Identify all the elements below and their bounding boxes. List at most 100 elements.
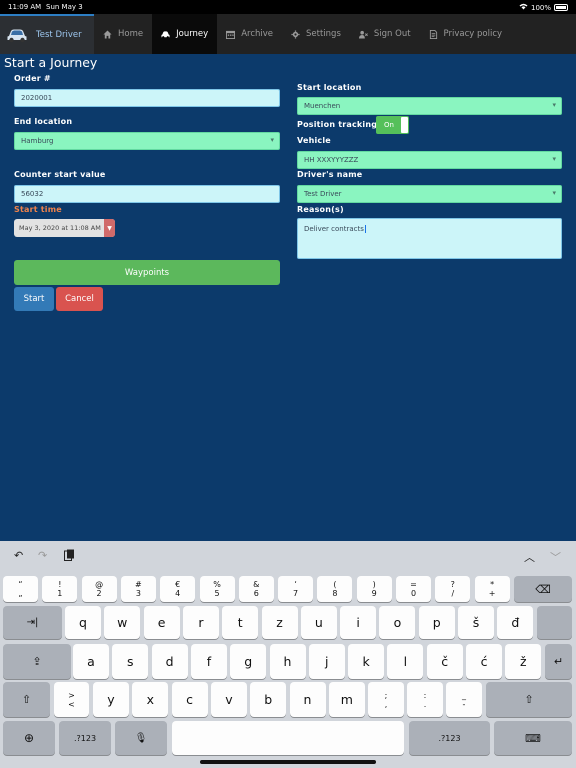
key-number-4[interactable]: €4 xyxy=(160,576,196,602)
key-u[interactable]: u xyxy=(300,606,337,639)
chevron-down-icon[interactable]: ▼ xyxy=(104,219,115,237)
key-v[interactable]: v xyxy=(210,682,247,717)
space-key[interactable] xyxy=(172,721,404,755)
key-n[interactable]: n xyxy=(289,682,326,717)
key-number-0[interactable]: “„ xyxy=(3,576,38,602)
waypoints-button[interactable]: Waypoints xyxy=(14,260,280,285)
key-number-1[interactable]: ! 1 xyxy=(42,576,78,602)
counter-input[interactable]: 56032 xyxy=(14,185,280,203)
brand[interactable]: Test Driver xyxy=(0,14,94,54)
key-z[interactable]: z xyxy=(261,606,298,639)
key-q[interactable]: q xyxy=(65,606,101,639)
key-char: u xyxy=(314,615,323,630)
globe-key[interactable]: ⊕ xyxy=(3,721,55,755)
chevron-down-icon[interactable]: ﹀ xyxy=(550,549,561,565)
key-j[interactable]: j xyxy=(308,644,345,679)
key-y[interactable]: y xyxy=(93,682,129,717)
key-semicolon-comma[interactable]: ;, xyxy=(368,682,404,717)
key-ć[interactable]: ć xyxy=(466,644,502,679)
key-m[interactable]: m xyxy=(328,682,365,717)
start-button[interactable]: Start xyxy=(14,287,54,311)
text-caret xyxy=(364,225,366,233)
key-number-5[interactable]: % 5 xyxy=(199,576,235,602)
start-location-select[interactable]: Muenchen xyxy=(297,97,562,115)
key-t[interactable]: t xyxy=(222,606,259,639)
key-d[interactable]: d xyxy=(151,644,188,679)
nav-archive[interactable]: Archive xyxy=(217,14,282,54)
end-location-value: Hamburg xyxy=(21,137,54,145)
key-number-7[interactable]: ‘7 xyxy=(278,576,314,602)
nav-home[interactable]: Home xyxy=(94,14,152,54)
backspace-key[interactable]: ⌫ xyxy=(514,576,572,602)
key-char: e xyxy=(157,615,166,630)
undo-icon[interactable]: ↶ xyxy=(14,549,23,562)
vehicle-select[interactable]: HH XXXYYYZZZ xyxy=(297,151,562,169)
nav-journey[interactable]: Journey xyxy=(152,14,218,54)
shift-left-key[interactable]: ⇧ xyxy=(3,682,50,717)
key-k[interactable]: k xyxy=(348,644,385,679)
key-b[interactable]: b xyxy=(250,682,287,717)
tab-key[interactable]: ⇥| xyxy=(3,606,62,639)
key-a[interactable]: a xyxy=(73,644,109,679)
cancel-button[interactable]: Cancel xyxy=(56,287,103,311)
key-colon-period[interactable]: :. xyxy=(407,682,443,717)
key-angle-brackets[interactable]: > < xyxy=(54,682,89,717)
shift-right-key[interactable]: ⇧ xyxy=(486,682,572,717)
numbers-key-right[interactable]: .?123 xyxy=(409,721,490,755)
car-icon xyxy=(161,30,170,38)
key-char: l xyxy=(403,654,408,669)
key-number-10[interactable]: = 0 xyxy=(396,576,431,602)
chevron-up-icon[interactable]: ︿ xyxy=(524,549,535,565)
hide-keyboard-key[interactable]: ⌨ xyxy=(494,721,572,755)
key-g[interactable]: g xyxy=(230,644,267,679)
nav-sign-out[interactable]: Sign Out xyxy=(350,14,420,54)
key-c[interactable]: c xyxy=(171,682,208,717)
key-number-8[interactable]: (8 xyxy=(317,576,353,602)
nav-privacy-policy[interactable]: Privacy policy xyxy=(420,14,512,54)
key-f[interactable]: f xyxy=(190,644,227,679)
return-key[interactable]: ↵ xyxy=(545,644,572,679)
redo-icon[interactable]: ↷ xyxy=(38,549,47,562)
blank-key[interactable] xyxy=(537,606,572,639)
key-bottom-char: , xyxy=(384,699,388,709)
key-l[interactable]: l xyxy=(387,644,424,679)
key-number-11[interactable]: ? / xyxy=(435,576,471,602)
position-tracking-toggle[interactable]: On xyxy=(376,116,409,134)
driver-select[interactable]: Test Driver xyxy=(297,185,562,203)
key-p[interactable]: p xyxy=(418,606,455,639)
key-char: d xyxy=(165,654,174,669)
key-ž[interactable]: ž xyxy=(505,644,542,679)
key-x[interactable]: x xyxy=(132,682,169,717)
wifi-icon xyxy=(519,3,528,12)
status-bar: 11:09 AM Sun May 3 100% xyxy=(0,0,576,14)
order-input[interactable]: 2020001 xyxy=(14,89,280,107)
key-number-12[interactable]: * + xyxy=(474,576,510,602)
key-e[interactable]: e xyxy=(143,606,180,639)
reason-textarea[interactable]: Deliver contracts xyxy=(297,218,562,259)
key-number-9[interactable]: ) 9 xyxy=(356,576,392,602)
key-number-3[interactable]: #3 xyxy=(120,576,156,602)
key-number-2[interactable]: @2 xyxy=(81,576,117,602)
key-đ[interactable]: đ xyxy=(497,606,534,639)
key-underscore-dash[interactable]: _ - xyxy=(446,682,482,717)
end-location-select[interactable]: Hamburg xyxy=(14,132,280,150)
key-r[interactable]: r xyxy=(182,606,219,639)
key-char: r xyxy=(198,615,204,630)
key-č[interactable]: č xyxy=(426,644,463,679)
dictation-key[interactable]: 🎙 xyxy=(115,721,167,755)
start-time-value: May 3, 2020 at 11:08 AM xyxy=(19,224,101,232)
key-w[interactable]: w xyxy=(104,606,141,639)
key-š[interactable]: š xyxy=(458,606,494,639)
caps-key[interactable]: ⇪ xyxy=(3,644,71,679)
key-s[interactable]: s xyxy=(112,644,149,679)
start-time-picker[interactable]: May 3, 2020 at 11:08 AM ▼ xyxy=(14,219,115,237)
numbers-key-left[interactable]: .?123 xyxy=(59,721,111,755)
key-h[interactable]: h xyxy=(269,644,306,679)
key-i[interactable]: i xyxy=(340,606,377,639)
reason-label: Reason(s) xyxy=(297,205,344,214)
key-o[interactable]: o xyxy=(379,606,416,639)
key-number-6[interactable]: & 6 xyxy=(238,576,274,602)
paste-icon[interactable] xyxy=(64,549,75,564)
key-char: b xyxy=(264,692,273,707)
nav-settings[interactable]: Settings xyxy=(282,14,350,54)
